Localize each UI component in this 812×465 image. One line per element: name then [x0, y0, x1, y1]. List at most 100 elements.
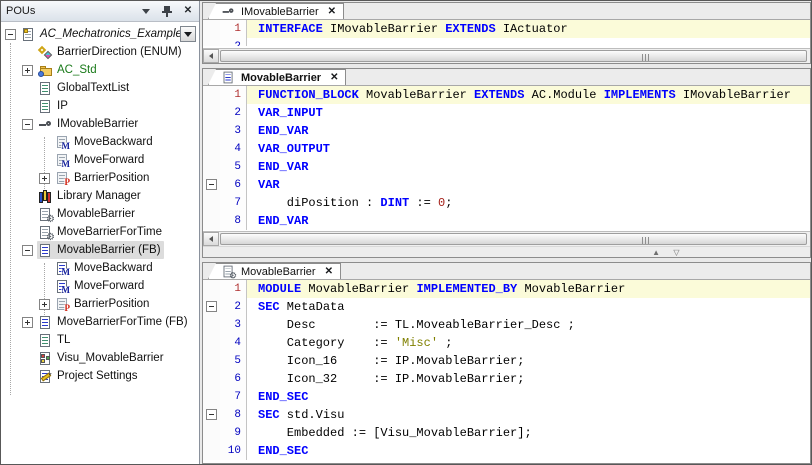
line-number: 5: [220, 158, 247, 176]
tree-item-moveforward[interactable]: MMoveForward: [1, 151, 199, 169]
textlist-icon: [38, 99, 53, 114]
code-line[interactable]: 6VAR: [203, 176, 810, 194]
fold-margin: [203, 140, 220, 158]
close-icon[interactable]: ✕: [182, 5, 194, 17]
code-line[interactable]: 4 Category := 'Misc' ;: [203, 334, 810, 352]
code-line[interactable]: 7 diPosition : DINT := 0;: [203, 194, 810, 212]
code-line[interactable]: 5 Icon_16 := IP.MovableBarrier;: [203, 352, 810, 370]
code-area[interactable]: 1FUNCTION_BLOCK MovableBarrier EXTENDS A…: [203, 86, 810, 231]
scrollbar-thumb[interactable]: [220, 50, 807, 62]
tree-item-project-settings[interactable]: Project Settings: [1, 367, 199, 385]
expander-minus-icon[interactable]: [5, 29, 16, 40]
code-line[interactable]: 2: [203, 38, 810, 46]
tree-item-tl[interactable]: TL: [1, 331, 199, 349]
code-text: END_SEC: [247, 442, 810, 460]
horizontal-scrollbar[interactable]: [203, 231, 810, 246]
code-line[interactable]: 4VAR_OUTPUT: [203, 140, 810, 158]
expander-minus-icon[interactable]: [22, 119, 33, 130]
line-number: 10: [220, 442, 247, 460]
tree-item-barrierdirection-enum-[interactable]: BarrierDirection (ENUM): [1, 43, 199, 61]
visu-icon: [38, 351, 53, 366]
tab-close-icon[interactable]: ✕: [328, 7, 336, 17]
splitter-collapse-up-icon[interactable]: ▲: [652, 247, 660, 258]
tree-item-ac-mechatronics-example[interactable]: AC_Mechatronics_Example: [1, 25, 199, 43]
tree-item-label: BarrierPosition: [74, 172, 149, 184]
tree-item-globaltextlist[interactable]: GlobalTextList: [1, 79, 199, 97]
expander-minus-icon[interactable]: [22, 245, 33, 256]
collapse-minus-icon[interactable]: [206, 409, 217, 420]
tab-movablebarrier[interactable]: ⚙MovableBarrier✕: [208, 263, 341, 279]
code-line[interactable]: 9 Embedded := [Visu_MovableBarrier];: [203, 424, 810, 442]
tab-strip: IMovableBarrier✕: [203, 3, 810, 20]
fb-icon: [38, 315, 53, 330]
code-token: VAR_OUTPUT: [258, 142, 330, 156]
code-line[interactable]: 8SEC std.Visu: [203, 406, 810, 424]
collapse-minus-icon[interactable]: [206, 179, 217, 190]
tree-item-barrierposition[interactable]: PBarrierPosition: [1, 169, 199, 187]
tree-item-movablebarrier[interactable]: ⚙MovableBarrier: [1, 205, 199, 223]
tree-item-dropdown-button[interactable]: [180, 26, 196, 42]
splitter-collapse-down-icon[interactable]: ▽: [673, 247, 679, 258]
pou-tree: AC_Mechatronics_ExampleBarrierDirection …: [1, 22, 199, 464]
expander-plus-icon[interactable]: [22, 65, 33, 76]
code-token: END_VAR: [258, 124, 308, 138]
expander-plus-icon[interactable]: [39, 299, 50, 310]
pin-icon[interactable]: [161, 5, 173, 17]
tree-item-content: IP: [37, 97, 71, 115]
tree-item-content: PBarrierPosition: [54, 169, 152, 187]
code-line[interactable]: 8END_VAR: [203, 212, 810, 230]
tree-item-label: MoveBarrierForTime: [57, 226, 162, 238]
tree-item-content: MMoveBackward: [54, 133, 156, 151]
code-area[interactable]: 1MODULE MovableBarrier IMPLEMENTED_BY Mo…: [203, 280, 810, 463]
tree-item-library-manager[interactable]: Library Manager: [1, 187, 199, 205]
code-area[interactable]: 1INTERFACE IMovableBarrier EXTENDS IActu…: [203, 20, 810, 48]
tree-item-content: AC_Mechatronics_Example: [20, 25, 185, 43]
code-line[interactable]: 1MODULE MovableBarrier IMPLEMENTED_BY Mo…: [203, 280, 810, 298]
code-line[interactable]: 1FUNCTION_BLOCK MovableBarrier EXTENDS A…: [203, 86, 810, 104]
tab-label: MovableBarrier: [241, 72, 321, 84]
collapse-minus-icon[interactable]: [206, 301, 217, 312]
code-token: END_SEC: [258, 444, 308, 458]
scroll-left-arrow-icon[interactable]: [203, 232, 219, 246]
code-token: IActuator: [496, 22, 568, 36]
code-line[interactable]: 7END_SEC: [203, 388, 810, 406]
tree-item-movablebarrier-fb-[interactable]: MovableBarrier (FB): [1, 241, 199, 259]
code-token: Icon_32 := IP.MovableBarrier;: [258, 372, 524, 386]
code-token: FUNCTION_BLOCK: [258, 88, 359, 102]
scrollbar-thumb[interactable]: [220, 233, 807, 245]
expander-plus-icon[interactable]: [22, 317, 33, 328]
code-line[interactable]: 6 Icon_32 := IP.MovableBarrier;: [203, 370, 810, 388]
tab-movablebarrier[interactable]: MovableBarrier ✕: [208, 69, 346, 85]
code-token: END_SEC: [258, 390, 308, 404]
tree-item-ac-std[interactable]: AC_Std: [1, 61, 199, 79]
code-line[interactable]: 3 Desc := TL.MoveableBarrier_Desc ;: [203, 316, 810, 334]
code-token: Icon_16 := IP.MovableBarrier;: [258, 354, 524, 368]
code-line[interactable]: 2VAR_INPUT: [203, 104, 810, 122]
fb-icon: [38, 243, 53, 258]
line-number: 8: [220, 406, 247, 424]
tree-item-movebackward[interactable]: MMoveBackward: [1, 259, 199, 277]
tree-item-visu-movablebarrier[interactable]: Visu_MovableBarrier: [1, 349, 199, 367]
scroll-left-arrow-icon[interactable]: [203, 49, 219, 63]
window-menu-icon[interactable]: [140, 5, 152, 17]
tab-close-icon[interactable]: ✕: [325, 267, 333, 277]
tree-item-movebarrierfortime[interactable]: ⚙MoveBarrierForTime: [1, 223, 199, 241]
tab-close-icon[interactable]: ✕: [330, 73, 338, 83]
tab-imovablebarrier[interactable]: IMovableBarrier✕: [208, 3, 344, 19]
tree-item-barrierposition[interactable]: PBarrierPosition: [1, 295, 199, 313]
code-line[interactable]: 2SEC MetaData: [203, 298, 810, 316]
tree-item-imovablebarrier[interactable]: IMovableBarrier: [1, 115, 199, 133]
code-line[interactable]: 3END_VAR: [203, 122, 810, 140]
code-line[interactable]: 5END_VAR: [203, 158, 810, 176]
tree-item-movebackward[interactable]: MMoveBackward: [1, 133, 199, 151]
tree-item-movebarrierfortime-fb-[interactable]: MoveBarrierForTime (FB): [1, 313, 199, 331]
code-line[interactable]: 1INTERFACE IMovableBarrier EXTENDS IActu…: [203, 20, 810, 38]
code-line[interactable]: 10 END_SEC: [203, 442, 810, 460]
expander-plus-icon[interactable]: [39, 173, 50, 184]
horizontal-scrollbar[interactable]: [203, 48, 810, 63]
tree-item-moveforward[interactable]: MMoveForward: [1, 277, 199, 295]
tree-item-label: MoveBarrierForTime (FB): [57, 316, 188, 328]
tree-item-content: Visu_MovableBarrier: [37, 349, 167, 367]
tree-item-ip[interactable]: IP: [1, 97, 199, 115]
line-number: 1: [220, 86, 247, 104]
